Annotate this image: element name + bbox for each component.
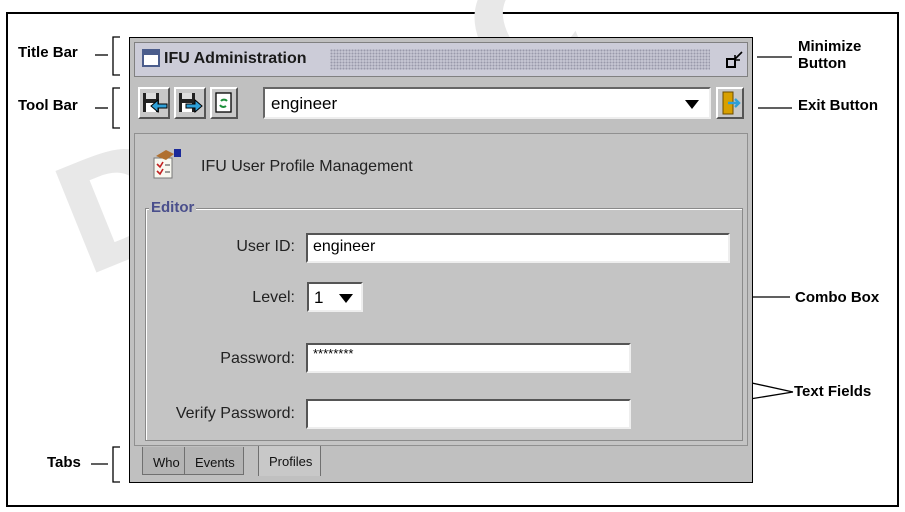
minimize-icon (726, 51, 743, 68)
level-combo-box[interactable]: 1 (307, 282, 363, 312)
verify-password-label: Verify Password: (175, 405, 295, 422)
user-id-field[interactable]: engineer (306, 233, 730, 263)
ifu-window: IFU Administration engineer IFU User Pro… (129, 37, 753, 483)
verify-password-field[interactable] (306, 399, 631, 429)
minimize-button[interactable] (725, 50, 745, 70)
chevron-down-icon[interactable] (685, 100, 699, 109)
user-profile-icon (150, 148, 182, 180)
import-button[interactable] (138, 87, 170, 119)
refresh-button[interactable] (210, 87, 238, 119)
content-panel: IFU User Profile Management Editor User … (134, 133, 748, 446)
tab-who[interactable]: Who (142, 447, 189, 475)
refresh-icon (215, 92, 232, 113)
editor-group-label: Editor (149, 199, 197, 216)
password-value: ******** (313, 346, 354, 361)
window-icon (142, 49, 160, 67)
password-label: Password: (220, 350, 295, 367)
user-id-value: engineer (313, 238, 376, 255)
tool-bar: engineer (134, 81, 748, 127)
save-in-arrow-icon (143, 93, 168, 114)
title-bar[interactable]: IFU Administration (134, 42, 748, 77)
user-id-label: User ID: (236, 238, 295, 255)
tab-profiles[interactable]: Profiles (258, 446, 322, 476)
level-value: 1 (314, 288, 324, 307)
save-out-arrow-icon (179, 93, 203, 114)
profile-combo-value: engineer (271, 94, 338, 113)
title-bar-pattern (330, 49, 710, 70)
chevron-down-icon[interactable] (339, 294, 353, 303)
export-button[interactable] (174, 87, 206, 119)
panel-header: IFU User Profile Management (201, 158, 413, 175)
level-label: Level: (252, 289, 295, 306)
tab-events[interactable]: Events (184, 447, 244, 475)
exit-door-icon (722, 91, 741, 115)
password-field[interactable]: ******** (306, 343, 631, 373)
profile-combo-box[interactable]: engineer (263, 87, 711, 119)
exit-button[interactable] (716, 87, 744, 119)
window-title: IFU Administration (164, 50, 307, 67)
